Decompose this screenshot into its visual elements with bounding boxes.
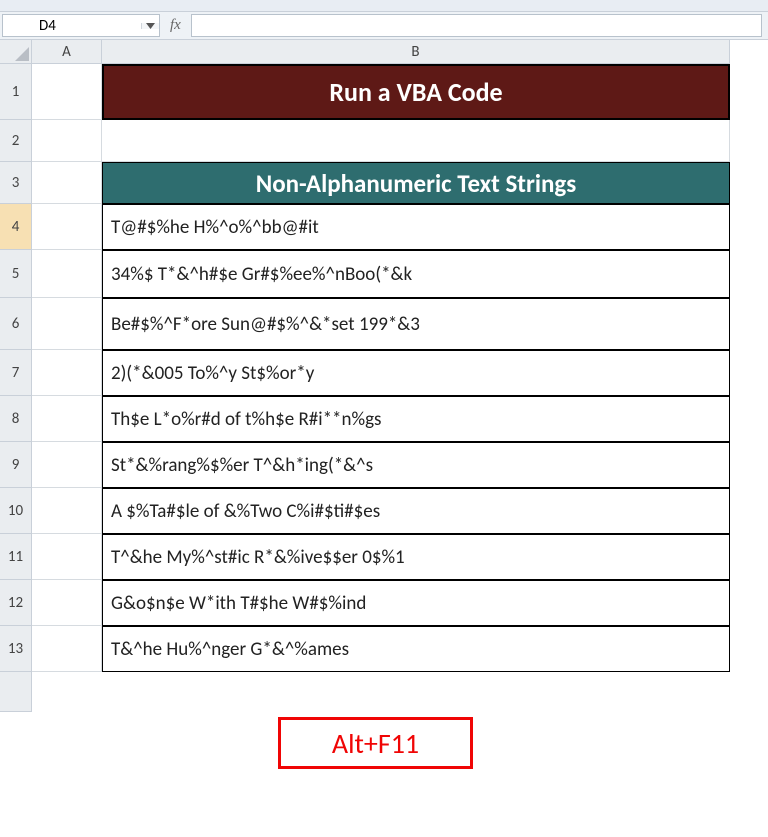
cell-B2[interactable] <box>102 120 730 162</box>
row-header-blank[interactable] <box>0 672 32 712</box>
cell-A2[interactable] <box>32 120 102 162</box>
name-box-dropdown[interactable] <box>141 23 159 29</box>
fx-icon[interactable]: fx <box>170 17 181 34</box>
row-header-8[interactable]: 8 <box>0 396 32 442</box>
row-header-6[interactable]: 6 <box>0 298 32 350</box>
cell-A11[interactable] <box>32 534 102 580</box>
table-row[interactable]: 2)(*&005 To%^y St$%or*y <box>102 350 730 396</box>
title-cell[interactable]: Run a VBA Code <box>102 64 730 120</box>
col-header-A[interactable]: A <box>32 40 102 64</box>
cell-A6[interactable] <box>32 298 102 350</box>
cell-A13[interactable] <box>32 626 102 672</box>
row-header-12[interactable]: 12 <box>0 580 32 626</box>
name-box[interactable]: D4 <box>2 14 160 37</box>
cell-A10[interactable] <box>32 488 102 534</box>
table-row[interactable]: A $%Ta#$le of &%Two C%i#$ti#$es <box>102 488 730 534</box>
keyboard-shortcut-label: Alt+F11 <box>332 726 419 761</box>
table-row[interactable]: 34%$ T*&^h#$e Gr#$%ee%^nBoo(*&k <box>102 250 730 298</box>
table-row[interactable]: T&^he Hu%^nger G*&^%ames <box>102 626 730 672</box>
cell-A12[interactable] <box>32 580 102 626</box>
formula-input[interactable] <box>191 14 762 37</box>
table-row[interactable]: T@#$%he H%^o%^bb@#it <box>102 204 730 250</box>
cell-A3[interactable] <box>32 162 102 204</box>
cell-A4[interactable] <box>32 204 102 250</box>
row-header-5[interactable]: 5 <box>0 250 32 298</box>
cell-A1[interactable] <box>32 64 102 120</box>
row-header-9[interactable]: 9 <box>0 442 32 488</box>
row-header-13[interactable]: 13 <box>0 626 32 672</box>
row-header-4[interactable]: 4 <box>0 204 32 250</box>
row-header-7[interactable]: 7 <box>0 350 32 396</box>
table-row[interactable]: T^&he My%^st#ic R*&%ive$$er 0$%1 <box>102 534 730 580</box>
table-row[interactable]: St*&%rang%$%er T^&h*ing(*&^s <box>102 442 730 488</box>
row-header-1[interactable]: 1 <box>0 64 32 120</box>
col-header-B[interactable]: B <box>102 40 730 64</box>
row-header-11[interactable]: 11 <box>0 534 32 580</box>
select-all-cells[interactable] <box>0 40 32 64</box>
cell-A5[interactable] <box>32 250 102 298</box>
row-header-3[interactable]: 3 <box>0 162 32 204</box>
row-header-2[interactable]: 2 <box>0 120 32 162</box>
keyboard-shortcut-annotation: Alt+F11 <box>278 717 473 769</box>
table-header-cell[interactable]: Non-Alphanumeric Text Strings <box>102 162 730 204</box>
name-box-value: D4 <box>3 17 141 35</box>
formula-bar: D4 fx <box>0 12 768 40</box>
formula-bar-tools: fx <box>162 12 189 39</box>
cell-A8[interactable] <box>32 396 102 442</box>
cell-A9[interactable] <box>32 442 102 488</box>
table-row[interactable]: Be#$%^F*ore Sun@#$%^&*set 199*&3 <box>102 298 730 350</box>
table-row[interactable]: G&o$n$e W*ith T#$he W#$%ind <box>102 580 730 626</box>
cell-A7[interactable] <box>32 350 102 396</box>
row-header-10[interactable]: 10 <box>0 488 32 534</box>
table-row[interactable]: Th$e L*o%r#d of t%h$e R#i**n%gs <box>102 396 730 442</box>
quick-access-toolbar <box>0 0 768 12</box>
